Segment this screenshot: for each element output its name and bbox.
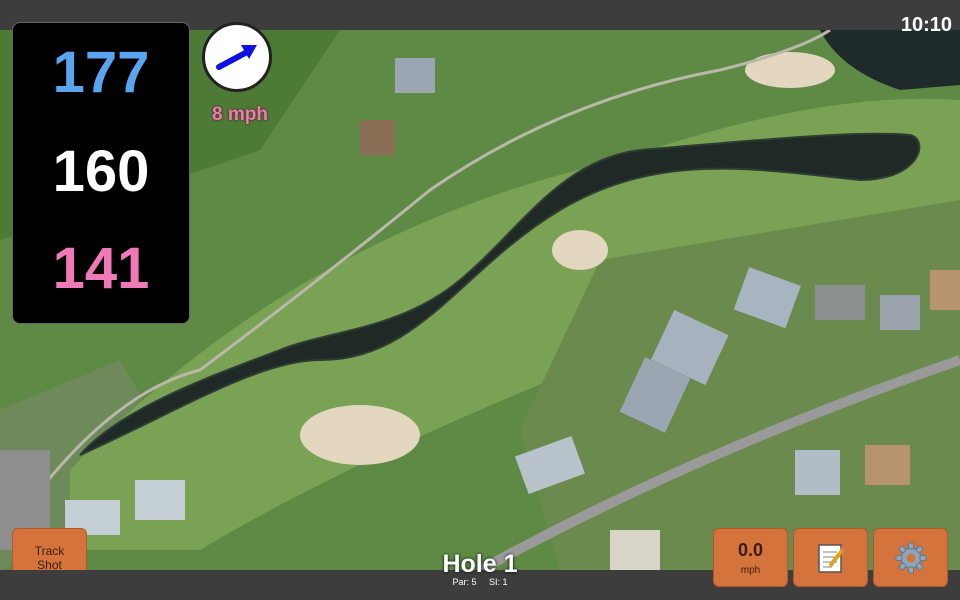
hole-par: Par: 5 — [452, 577, 477, 587]
track-shot-label: Track Shot — [34, 543, 65, 572]
hole-title: Hole 1 — [442, 550, 518, 578]
distance-front: 141 — [52, 236, 150, 301]
wind-arrow-icon — [216, 45, 257, 70]
speed-button[interactable]: 0.0 mph — [713, 528, 788, 587]
distance-panel: 177 160 141 — [12, 22, 190, 324]
hole-stroke-index: SI: 1 — [489, 577, 508, 587]
wind-speed: 8 mph — [212, 104, 268, 125]
clock: 10:10 — [900, 14, 952, 36]
bunker — [745, 52, 835, 88]
settings-button[interactable] — [873, 528, 948, 587]
gear-icon — [895, 542, 926, 573]
bunker — [300, 405, 420, 465]
hole-info: Par: 5 SI: 1 — [380, 577, 580, 587]
speed-unit: mph — [740, 564, 761, 576]
wind-indicator — [202, 22, 272, 92]
notepad-icon — [817, 543, 846, 573]
distance-back: 177 — [52, 40, 150, 105]
notes-button[interactable] — [793, 528, 868, 587]
speed-value: 0.0 — [737, 539, 764, 560]
bunker — [552, 230, 608, 270]
distance-middle: 160 — [52, 139, 150, 204]
